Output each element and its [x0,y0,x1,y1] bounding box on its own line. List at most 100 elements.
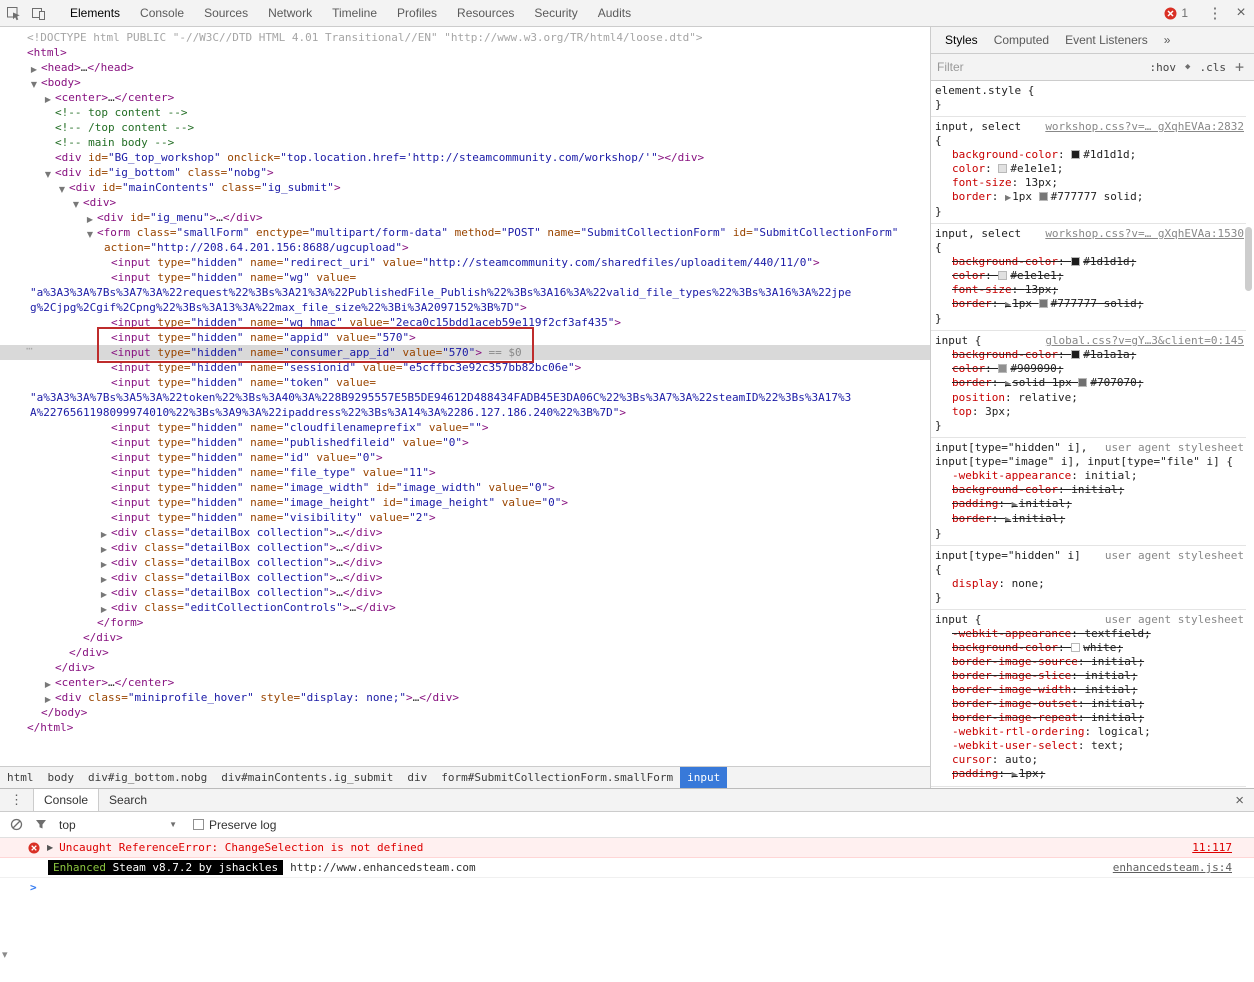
breadcrumb-item[interactable]: body [41,767,82,788]
dom-tree-line[interactable]: ▶ <div class="miniprofile_hover" style="d… [0,690,930,705]
dom-tree-line[interactable]: ▼ <div> [0,195,930,210]
dom-tree-line[interactable]: <div id="BG_top_workshop" onclick="top.l… [0,150,930,165]
console-prompt[interactable]: > [0,878,1254,896]
dom-tree-line[interactable]: <!DOCTYPE html PUBLIC "-//W3C//DTD HTML … [0,30,930,45]
sidebar-tab-event-listeners[interactable]: Event Listeners [1057,27,1156,53]
css-property[interactable]: color: #e1e1e1; [935,162,1244,176]
dom-tree-line[interactable]: <!-- /top content --> [0,120,930,135]
tab-profiles[interactable]: Profiles [387,0,447,26]
tab-security[interactable]: Security [524,0,587,26]
tab-search[interactable]: Search [99,789,157,811]
color-swatch[interactable] [1078,378,1088,387]
css-property[interactable]: -webkit-appearance: textfield; [935,627,1244,641]
dom-tree-line[interactable]: ▶ <div class="detailBox collection">…</di… [0,555,930,570]
css-property[interactable]: background-color: initial; [935,483,1244,497]
element-classes-button[interactable]: .cls [1199,61,1226,74]
css-property[interactable]: -webkit-appearance: initial; [935,469,1244,483]
close-devtools-button[interactable]: × [1228,4,1254,22]
css-selector[interactable]: element.style { [935,84,1034,97]
dom-tree-line[interactable]: <input type="hidden" name="cloudfilename… [0,420,930,435]
tab-console[interactable]: Console [33,789,100,811]
expand-shorthand-icon[interactable]: ▶ [1012,500,1018,509]
drawer-menu-icon[interactable]: ⋮ [0,789,33,811]
dom-tree-line[interactable]: <input type="hidden" name="publishedfile… [0,435,930,450]
overflow-menu-icon[interactable]: ⋮ [1202,4,1228,22]
dom-tree-line[interactable]: <input type="hidden" name="image_height"… [0,495,930,510]
dom-tree-line[interactable]: <!-- main body --> [0,135,930,150]
dom-tree-line[interactable]: <input type="hidden" name="appid" value=… [0,330,930,345]
dom-tree-line[interactable]: <input type="hidden" name="wg_hmac" valu… [0,315,930,330]
dom-tree-line[interactable]: <input type="hidden" name="wg" value= [0,270,930,285]
dom-tree-line[interactable]: ▶ <head>…</head> [0,60,930,75]
tab-timeline[interactable]: Timeline [322,0,387,26]
css-property[interactable]: padding: ▶initial; [935,497,1244,512]
dom-tree-line[interactable]: ▶ <div class="detailBox collection">…</di… [0,525,930,540]
dom-tree-line[interactable]: ▼ <form class="smallForm" enctype="multip… [0,225,930,240]
css-selector[interactable]: input[type="hidden" i] [935,549,1081,562]
dom-tree-line[interactable]: <input type="hidden" name="file_type" va… [0,465,930,480]
css-selector[interactable]: input { [935,613,981,626]
dom-tree-line[interactable]: ▶ <center>…</center> [0,90,930,105]
css-property[interactable]: position: relative; [935,391,1244,405]
stylesheet-link[interactable]: workshop.css?v=… gXqhEVAa:1530 [1045,227,1244,241]
css-property[interactable]: cursor: auto; [935,753,1244,767]
expand-shorthand-icon[interactable]: ▶ [1005,193,1011,202]
breadcrumb-item[interactable]: input [680,767,728,788]
dom-tree-line[interactable]: <input type="hidden" name="image_width" … [0,480,930,495]
color-swatch[interactable] [1038,192,1048,201]
sidebar-tab-styles[interactable]: Styles [937,27,986,53]
css-property[interactable]: border-image-source: initial; [935,655,1244,669]
css-property[interactable]: background-color: white; [935,641,1244,655]
close-drawer-button[interactable]: × [1225,789,1254,811]
css-property[interactable]: -webkit-user-select: text; [935,739,1244,753]
css-property[interactable]: background-color: #1d1d1d; [935,148,1244,162]
css-property[interactable]: padding: ▶1px; [935,767,1244,782]
css-property[interactable]: border: ▶1px #777777 solid; [935,190,1244,205]
color-swatch[interactable] [998,271,1008,280]
dom-tree-line[interactable]: <input type="hidden" name="redirect_uri"… [0,255,930,270]
execution-context-select[interactable]: top ▼ [59,818,177,832]
tab-sources[interactable]: Sources [194,0,258,26]
css-property[interactable]: border-image-width: initial; [935,683,1244,697]
styles-filter-input[interactable] [937,60,1087,74]
css-property[interactable]: top: 3px; [935,405,1244,419]
dom-tree-line[interactable]: </html> [0,720,930,735]
css-property[interactable]: border: ▶solid 1px #707070; [935,376,1244,391]
dom-tree-line[interactable]: "a%3A3%3A%7Bs%3A7%3A%22request%22%3Bs%3A… [0,285,930,300]
expand-shorthand-icon[interactable]: ▶ [1005,300,1011,309]
dom-tree-line[interactable]: "a%3A3%3A%7Bs%3A5%3A%22token%22%3Bs%3A40… [0,390,930,405]
dom-tree-line[interactable]: <input type="hidden" name="visibility" v… [0,510,930,525]
breadcrumb-item[interactable]: html [0,767,41,788]
css-property[interactable]: background-color: #1d1d1d; [935,255,1244,269]
dom-tree-line[interactable]: g%2Cjpg%2Cgif%2Cpng%22%3Bs%3A13%3A%22max… [0,300,930,315]
css-property[interactable]: font-size: 13px; [935,283,1244,297]
dom-tree-line[interactable]: ▼ <div id="mainContents" class="ig_submit… [0,180,930,195]
toggle-element-state-button[interactable]: :hov [1150,61,1177,74]
css-selector[interactable]: input { [935,334,981,347]
sidebar-tab-more[interactable]: » [1156,27,1179,53]
css-property[interactable]: font-size: 13px; [935,176,1244,190]
dom-tree-line[interactable]: <html> [0,45,930,60]
css-property[interactable]: color: #909090; [935,362,1244,376]
dom-tree-line[interactable]: </div> [0,660,930,675]
dom-tree-line[interactable]: </div> [0,645,930,660]
dom-tree-line[interactable]: <input type="hidden" name="token" value= [0,375,930,390]
css-property[interactable]: border-image-repeat: initial; [935,711,1244,725]
dom-tree-line[interactable]: <!-- top content --> [0,105,930,120]
dom-tree-line[interactable]: ▶ <div id="ig_menu">…</div> [0,210,930,225]
sidebar-tab-computed[interactable]: Computed [986,27,1057,53]
css-property[interactable]: background-color: #1a1a1a; [935,348,1244,362]
dom-tree-line[interactable]: ▼ <body> [0,75,930,90]
tab-audits[interactable]: Audits [588,0,641,26]
dom-tree-line[interactable]: <input type="hidden" name="sessionid" va… [0,360,930,375]
color-swatch[interactable] [998,164,1008,173]
dom-tree-line[interactable]: ▶ <div class="detailBox collection">…</di… [0,570,930,585]
console-error-badge[interactable]: 1 [1164,6,1188,20]
expand-shorthand-icon[interactable]: ▶ [1005,379,1011,388]
dom-tree-line[interactable]: ▶ <div class="detailBox collection">…</di… [0,585,930,600]
error-source-link[interactable]: 11:117 [1192,841,1232,854]
css-property[interactable]: -webkit-rtl-ordering: logical; [935,725,1244,739]
css-selector[interactable]: input, select [935,227,1021,240]
expand-shorthand-icon[interactable]: ▶ [1012,770,1018,779]
dom-tree-line[interactable]: A%2276561198099974010%22%3Bs%3A9%3A%22ip… [0,405,930,420]
